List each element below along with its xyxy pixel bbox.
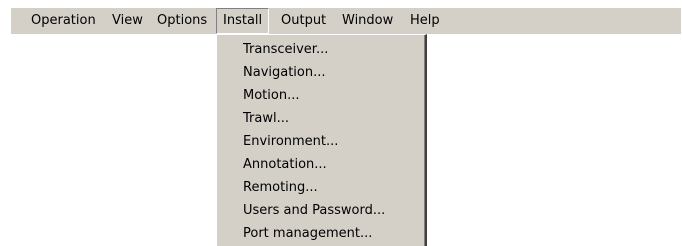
menu-item-users-and-password[interactable]: Users and Password... [243, 200, 385, 222]
menu-view[interactable]: View [112, 8, 143, 34]
install-dropdown-menu: Transceiver... Navigation... Motion... T… [216, 34, 427, 246]
menu-output[interactable]: Output [281, 8, 326, 34]
menu-help[interactable]: Help [410, 8, 440, 34]
menu-item-motion[interactable]: Motion... [243, 85, 299, 107]
menu-install[interactable]: Install [216, 8, 270, 34]
menu-operation[interactable]: Operation [31, 8, 96, 34]
menu-item-navigation[interactable]: Navigation... [243, 62, 326, 84]
menu-item-transceiver[interactable]: Transceiver... [243, 39, 328, 61]
menu-item-port-management[interactable]: Port management... [243, 223, 372, 245]
menu-item-environment[interactable]: Environment... [243, 131, 338, 153]
menu-item-trawl[interactable]: Trawl... [243, 108, 289, 130]
menu-options[interactable]: Options [157, 8, 207, 34]
menu-window[interactable]: Window [342, 8, 393, 34]
menu-bar: Operation View Options Install Output Wi… [0, 0, 682, 38]
menu-item-annotation[interactable]: Annotation... [243, 154, 327, 176]
menu-item-remoting[interactable]: Remoting... [243, 177, 318, 199]
dropdown-shadow [424, 35, 425, 246]
